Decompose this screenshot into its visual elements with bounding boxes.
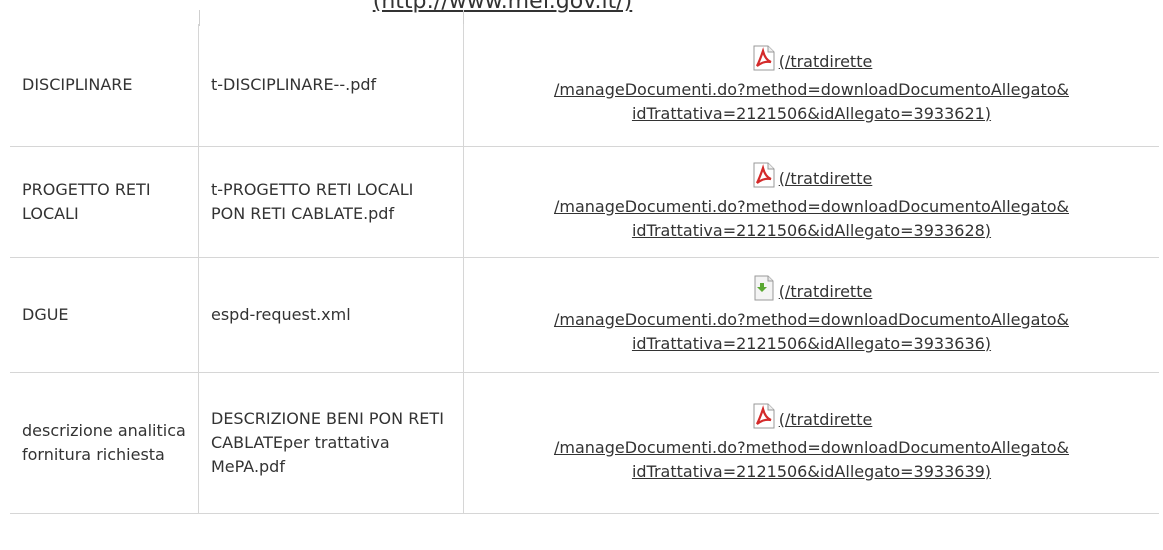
document-file-cell: t-DISCIPLINARE--.pdf [198,24,464,147]
download-link-line3: idTrattativa=2121506&idAllegato=3933628) [631,220,992,240]
table-row: PROGETTO RETI LOCALI t-PROGETTO RETI LOC… [10,146,1159,258]
pdf-icon [751,162,777,195]
documents-table: DISCIPLINARE t-DISCIPLINARE--.pdf (/trat… [10,24,1159,514]
document-name-cell: DISCIPLINARE [10,24,199,147]
document-link-cell: (/tratdirette /manageDocumenti.do?method… [463,146,1159,258]
download-link-line2: /manageDocumenti.do?method=downloadDocum… [553,79,1069,99]
download-link-line2: /manageDocumenti.do?method=downloadDocum… [553,196,1069,216]
pdf-icon [751,403,777,436]
document-file-cell: t-PROGETTO RETI LOCALI PON RETI CABLATE.… [198,146,464,258]
pdf-icon [751,45,777,78]
document-link-cell: (/tratdirette /manageDocumenti.do?method… [463,372,1159,514]
download-link[interactable]: (/tratdirette /manageDocumenti.do?method… [476,403,1147,484]
document-name-cell: DGUE [10,257,199,373]
table-row: DGUE espd-request.xml (/tratdirette /man… [10,257,1159,373]
document-link-cell: (/tratdirette /manageDocumenti.do?method… [463,257,1159,373]
download-link[interactable]: (/tratdirette /manageDocumenti.do?method… [476,162,1147,243]
download-link-line1: (/tratdirette [476,403,1147,436]
download-link[interactable]: (/tratdirette /manageDocumenti.do?method… [476,275,1147,356]
download-link-line2: /manageDocumenti.do?method=downloadDocum… [553,437,1069,457]
download-link-line3: idTrattativa=2121506&idAllegato=3933639) [631,461,992,481]
document-file-cell: DESCRIZIONE BENI PON RETI CABLATEper tra… [198,372,464,514]
download-link-line1: (/tratdirette [476,275,1147,308]
download-link-line1: (/tratdirette [476,45,1147,78]
download-link-line3: idTrattativa=2121506&idAllegato=3933621) [631,103,992,123]
xml-file-icon [751,275,777,308]
table-row: DISCIPLINARE t-DISCIPLINARE--.pdf (/trat… [10,24,1159,147]
download-link[interactable]: (/tratdirette /manageDocumenti.do?method… [476,45,1147,126]
mef-link[interactable]: (http://www.mef.gov.it/) [373,0,633,14]
table-row: descrizione analitica fornitura richiest… [10,372,1159,514]
document-file-cell: espd-request.xml [198,257,464,373]
download-link-line1: (/tratdirette [476,162,1147,195]
document-name-cell: descrizione analitica fornitura richiest… [10,372,199,514]
download-link-line3: idTrattativa=2121506&idAllegato=3933636) [631,333,992,353]
download-link-line2: /manageDocumenti.do?method=downloadDocum… [553,309,1069,329]
header-link-container: (http://www.mef.gov.it/) [0,0,1005,16]
document-name-cell: PROGETTO RETI LOCALI [10,146,199,258]
document-link-cell: (/tratdirette /manageDocumenti.do?method… [463,24,1159,147]
